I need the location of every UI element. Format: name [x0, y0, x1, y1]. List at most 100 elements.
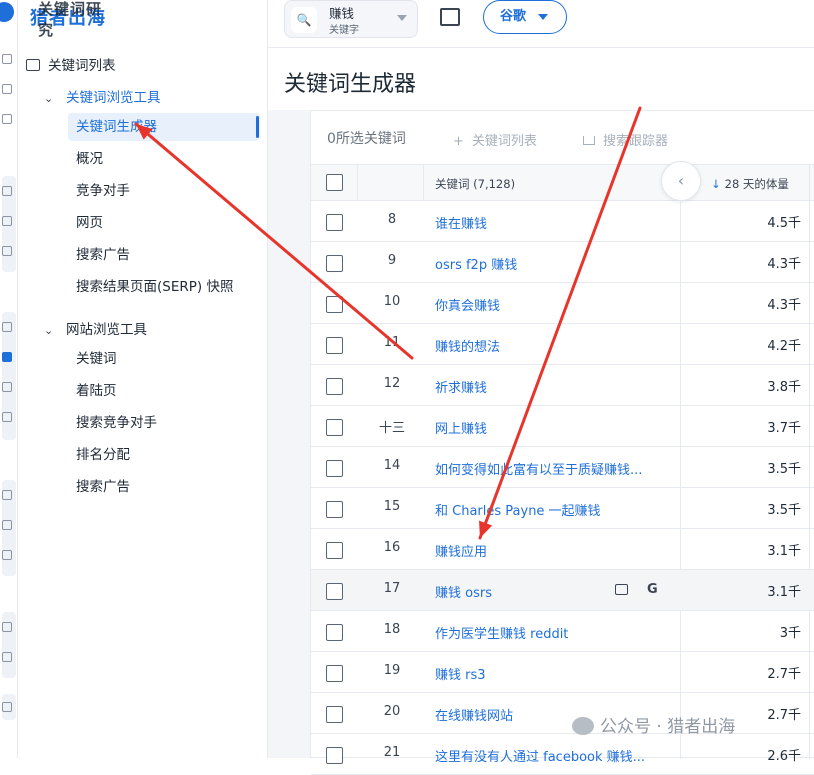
volume-value: 3.7千 — [767, 421, 801, 436]
row-checkbox[interactable] — [326, 583, 343, 600]
table-row[interactable]: 十三 网上赚钱 3.7千 — [311, 406, 814, 447]
serp-preview-icon[interactable] — [615, 584, 628, 595]
keyword-link[interactable]: 作为医学生赚钱 reddit — [435, 623, 568, 642]
row-number: 15 — [383, 499, 401, 514]
keyword-link[interactable]: 谁在赚钱 — [435, 213, 487, 232]
grid-icon[interactable] — [2, 84, 12, 94]
globe-icon[interactable] — [2, 186, 12, 196]
sidebar-item-search-competitors[interactable]: 搜索竞争对手 — [68, 409, 260, 437]
link-icon[interactable] — [2, 382, 12, 392]
keyword-link[interactable]: 你真会赚钱 — [435, 295, 500, 314]
sidebar-section-keyword-tools[interactable]: ⌄ 关键词浏览工具 — [44, 86, 161, 106]
sidebar-item-competitors[interactable]: 竞争对手 — [68, 177, 260, 205]
compass-icon[interactable] — [2, 246, 12, 256]
crown-icon[interactable] — [2, 702, 12, 712]
table-row[interactable]: 19 赚钱 rs3 2.7千 — [311, 652, 814, 693]
search-icon[interactable] — [2, 520, 12, 530]
row-checkbox[interactable] — [326, 419, 343, 436]
search-engine-dropdown[interactable]: 谷歌 — [483, 0, 567, 34]
edit-icon[interactable] — [2, 622, 12, 632]
keyword-link[interactable]: 如何变得如此富有以至于质疑赚钱... — [435, 459, 642, 478]
row-checkbox[interactable] — [326, 706, 343, 723]
sidebar-item-rank-distribution[interactable]: 排名分配 — [68, 441, 260, 469]
sidebar-section-site-tools[interactable]: ⌄ 网站浏览工具 — [44, 318, 147, 338]
row-number: 十三 — [378, 421, 405, 436]
table-row[interactable]: 16 赚钱应用 3.1千 — [311, 529, 814, 570]
table-row[interactable]: 20 在线赚钱网站 2.7千 — [311, 693, 814, 734]
table-row[interactable]: 10 你真会赚钱 4.3千 — [311, 283, 814, 324]
add-to-rank-tracker-button[interactable]: 搜索跟踪器 — [583, 130, 668, 149]
keyword-link[interactable]: 赚钱应用 — [435, 541, 487, 560]
row-checkbox[interactable] — [326, 378, 343, 395]
keyword-link[interactable]: 赚钱 rs3 — [435, 664, 486, 683]
watermark-text: 公众号 · 猎者出海 — [600, 717, 736, 737]
sidebar-item-pages[interactable]: 网页 — [68, 209, 260, 237]
home-icon[interactable] — [2, 54, 12, 64]
filter-icon[interactable] — [2, 550, 12, 560]
chevron-down-icon: ⌄ — [44, 324, 54, 337]
keyword-link[interactable]: 祈求赚钱 — [435, 377, 487, 396]
row-checkbox[interactable] — [326, 296, 343, 313]
row-checkbox[interactable] — [326, 665, 343, 682]
ad-icon[interactable] — [2, 490, 12, 500]
sidebar-item-serp-snapshot[interactable]: 搜索结果页面(SERP) 快照 — [68, 273, 260, 301]
keyword-research-icon[interactable] — [2, 352, 12, 362]
bar-chart-icon[interactable] — [2, 322, 12, 332]
keyword-link[interactable]: 这里有没有人通过 facebook 赚钱... — [435, 746, 645, 765]
sidebar-item-keyword-list[interactable]: 关键词列表 — [26, 54, 116, 74]
row-checkbox[interactable] — [326, 337, 343, 354]
sidebar-item-label: 搜索结果页面(SERP) 快照 — [76, 279, 234, 295]
table-row[interactable]: 14 如何变得如此富有以至于质疑赚钱... 3.5千 — [311, 447, 814, 488]
sidebar-item-label: 搜索广告 — [76, 247, 130, 263]
sidebar-item-site-search-ads[interactable]: 搜索广告 — [68, 473, 260, 501]
table-row[interactable]: 9 osrs f2p 赚钱 4.3千 — [311, 242, 814, 283]
tag-icon[interactable] — [2, 412, 12, 422]
compare-icon[interactable] — [440, 8, 460, 26]
chart-icon[interactable] — [2, 114, 12, 124]
keyword-search-select[interactable]: 🔍 赚钱 关键字 — [284, 0, 418, 38]
row-number: 10 — [383, 294, 401, 309]
scroll-left-button[interactable]: ‹ — [661, 161, 701, 201]
sidebar-item-label: 关键词生成器 — [76, 119, 157, 135]
select-all-checkbox[interactable] — [326, 174, 343, 191]
sidebar-item-keywords[interactable]: 关键词 — [68, 345, 260, 373]
add-to-keyword-list-button[interactable]: + 关键词列表 — [453, 130, 537, 149]
list-icon — [26, 59, 40, 71]
table-row[interactable]: 8 谁在赚钱 4.5千 — [311, 201, 814, 242]
sidebar-item-overview[interactable]: 概况 — [68, 145, 260, 173]
column-header-volume[interactable]: ↓ 28 天的体量 — [711, 176, 789, 192]
search-value: 赚钱 — [329, 6, 355, 21]
keyword-link[interactable]: 赚钱 osrs — [435, 582, 492, 601]
sidebar-item-keyword-generator[interactable]: 关键词生成器 — [68, 113, 260, 141]
sidebar-item-landing-pages[interactable]: 着陆页 — [68, 377, 260, 405]
table-row[interactable]: 21 这里有没有人通过 facebook 赚钱... 2.6千 — [311, 734, 814, 775]
keyword-link[interactable]: 和 Charles Payne 一起赚钱 — [435, 500, 601, 519]
keyword-link[interactable]: 赚钱的想法 — [435, 336, 500, 355]
google-search-icon[interactable]: G — [647, 582, 658, 597]
table-row[interactable]: 18 作为医学生赚钱 reddit 3千 — [311, 611, 814, 652]
plus-icon: + — [453, 134, 464, 149]
row-checkbox[interactable] — [326, 214, 343, 231]
document-icon[interactable] — [2, 652, 12, 662]
table-row[interactable]: 15 和 Charles Payne 一起赚钱 3.5千 — [311, 488, 814, 529]
table-row[interactable]: 12 祈求赚钱 3.8千 — [311, 365, 814, 406]
row-checkbox[interactable] — [326, 501, 343, 518]
table-row[interactable]: 17 赚钱 osrs G 3.1千 — [311, 570, 814, 611]
column-header-keyword[interactable]: 关键词 (7,128) — [435, 176, 515, 192]
row-checkbox[interactable] — [326, 542, 343, 559]
keyword-link[interactable]: 网上赚钱 — [435, 418, 487, 437]
keyword-link[interactable]: osrs f2p 赚钱 — [435, 254, 517, 273]
search-icon: 🔍 — [291, 7, 317, 33]
volume-value: 3千 — [779, 626, 801, 641]
table-row[interactable]: 11 赚钱的想法 4.2千 — [311, 324, 814, 365]
sidebar-item-search-ads[interactable]: 搜索广告 — [68, 241, 260, 269]
row-checkbox[interactable] — [326, 255, 343, 272]
row-checkbox[interactable] — [326, 624, 343, 641]
row-checkbox[interactable] — [326, 747, 343, 764]
volume-value: 2.7千 — [767, 708, 801, 723]
keyword-link[interactable]: 在线赚钱网站 — [435, 705, 513, 724]
target-icon[interactable] — [2, 216, 12, 226]
volume-value: 2.6千 — [767, 749, 801, 764]
row-checkbox[interactable] — [326, 460, 343, 477]
app-logo[interactable] — [0, 2, 14, 22]
